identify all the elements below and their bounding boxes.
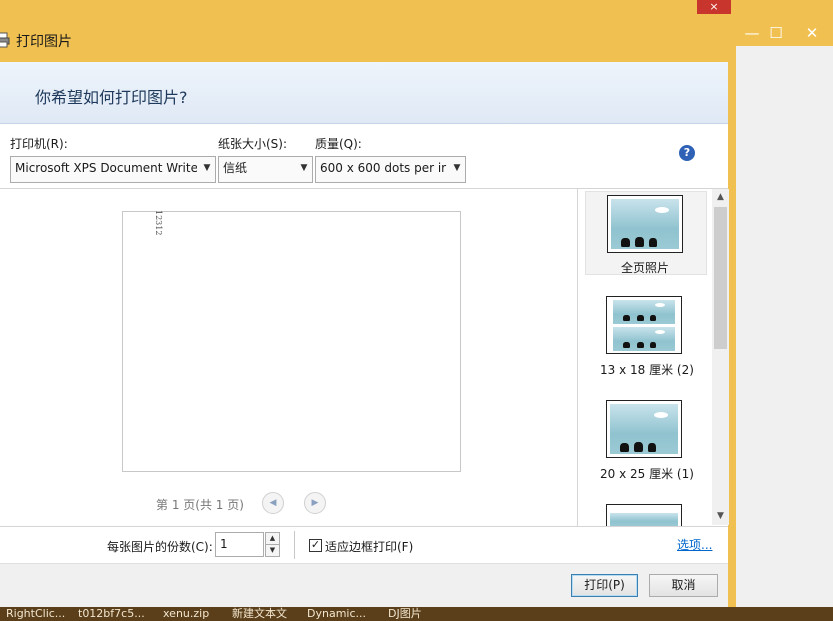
scroll-thumb[interactable] <box>714 207 727 349</box>
layout-20x25[interactable]: 20 x 25 厘米 (1) <box>585 400 705 482</box>
instruction-banner: 你希望如何打印图片? <box>0 62 728 124</box>
page-preview <box>122 211 461 472</box>
stepper-up-icon[interactable]: ▲ <box>266 533 279 545</box>
taskbar: RightClic... t012bf7c5... xenu.zip 新建文本文… <box>0 607 833 621</box>
dialog-title: 打印图片 <box>16 34 72 50</box>
photo-preview <box>610 404 678 454</box>
taskbar-item[interactable]: RightClic... <box>6 607 68 621</box>
quality-label: 质量(Q): <box>315 137 362 151</box>
previous-page-button[interactable]: ◀ <box>262 492 284 514</box>
print-pictures-dialog: × 打印图片 你希望如何打印图片? 打印机(R): Microsoft XPS … <box>0 0 735 607</box>
photo-preview <box>613 300 675 324</box>
layout-thumbnail <box>606 296 682 354</box>
layout-thumbnail <box>606 400 682 458</box>
layout-label: 13 x 18 厘米 (2) <box>600 363 694 377</box>
photo-preview <box>610 513 678 527</box>
scroll-up-arrow[interactable]: ▲ <box>712 189 729 206</box>
quality-select[interactable]: 600 x 600 dots per ir ▼ <box>315 156 466 183</box>
layout-thumbnail <box>607 195 683 253</box>
paper-size-label: 纸张大小(S): <box>218 137 288 151</box>
close-button-bg[interactable]: ✕ <box>797 22 827 44</box>
taskbar-item[interactable]: DJ图片 <box>388 607 448 621</box>
printer-value: Microsoft XPS Document Write <box>15 161 197 175</box>
copies-label: 每张图片的份数(C): <box>107 540 213 554</box>
copies-stepper[interactable]: ▲ ▼ <box>265 532 280 557</box>
taskbar-item[interactable]: Dynamic... <box>307 607 369 621</box>
help-icon[interactable]: ? <box>679 145 695 161</box>
close-button[interactable]: × <box>697 0 731 14</box>
taskbar-item[interactable]: t012bf7c5... <box>78 607 146 621</box>
divider <box>294 531 295 559</box>
stepper-down-icon[interactable]: ▼ <box>266 545 279 556</box>
paper-size-value: 信纸 <box>223 161 248 175</box>
chevron-down-icon: ▼ <box>296 157 312 180</box>
next-page-button[interactable]: ▶ <box>304 492 326 514</box>
layout-13x18[interactable]: 13 x 18 厘米 (2) <box>585 296 705 378</box>
photo-preview <box>611 199 679 249</box>
print-button[interactable]: 打印(P) <box>571 574 638 597</box>
quality-value: 600 x 600 dots per ir <box>320 161 447 175</box>
taskbar-item[interactable]: xenu.zip <box>163 607 215 621</box>
maximize-button[interactable]: ☐ <box>761 22 791 44</box>
paper-size-select[interactable]: 信纸 ▼ <box>218 156 313 183</box>
chevron-down-icon: ▼ <box>199 157 215 180</box>
taskbar-item[interactable]: 新建文本文 <box>232 607 296 621</box>
page-preview-text: 12312 <box>154 210 163 235</box>
copies-input[interactable]: 1 <box>215 532 264 557</box>
printer-icon <box>0 32 10 48</box>
layout-label: 全页照片 <box>621 261 670 275</box>
page-counter: 第 1 页(共 1 页) <box>156 498 244 512</box>
scroll-down-arrow[interactable]: ▼ <box>712 508 729 525</box>
cancel-button[interactable]: 取消 <box>649 574 718 597</box>
background-window: — ☐ ✕ <box>735 0 833 607</box>
layout-scrollbar[interactable]: ▲ ▼ <box>712 189 729 525</box>
printer-select[interactable]: Microsoft XPS Document Write ▼ <box>10 156 216 183</box>
fit-frame-label[interactable]: 适应边框打印(F) <box>325 538 413 555</box>
printer-label: 打印机(R): <box>10 137 68 151</box>
layout-full-page[interactable]: 全页照片 <box>585 191 707 275</box>
background-window-client <box>736 46 833 607</box>
layout-list: 全页照片 13 x 18 厘米 (2) 20 x 25 厘米 (1) <box>579 189 712 527</box>
instruction-text: 你希望如何打印图片? <box>35 88 188 107</box>
preview-pane <box>0 189 578 526</box>
fit-frame-checkbox[interactable]: ✓ <box>309 539 322 552</box>
options-link[interactable]: 选项... <box>677 536 712 553</box>
layout-thumbnail <box>606 504 682 527</box>
layout-label: 20 x 25 厘米 (1) <box>600 467 694 481</box>
photo-preview <box>613 327 675 351</box>
chevron-down-icon: ▼ <box>449 157 465 180</box>
page-text: 12312 <box>154 210 163 235</box>
